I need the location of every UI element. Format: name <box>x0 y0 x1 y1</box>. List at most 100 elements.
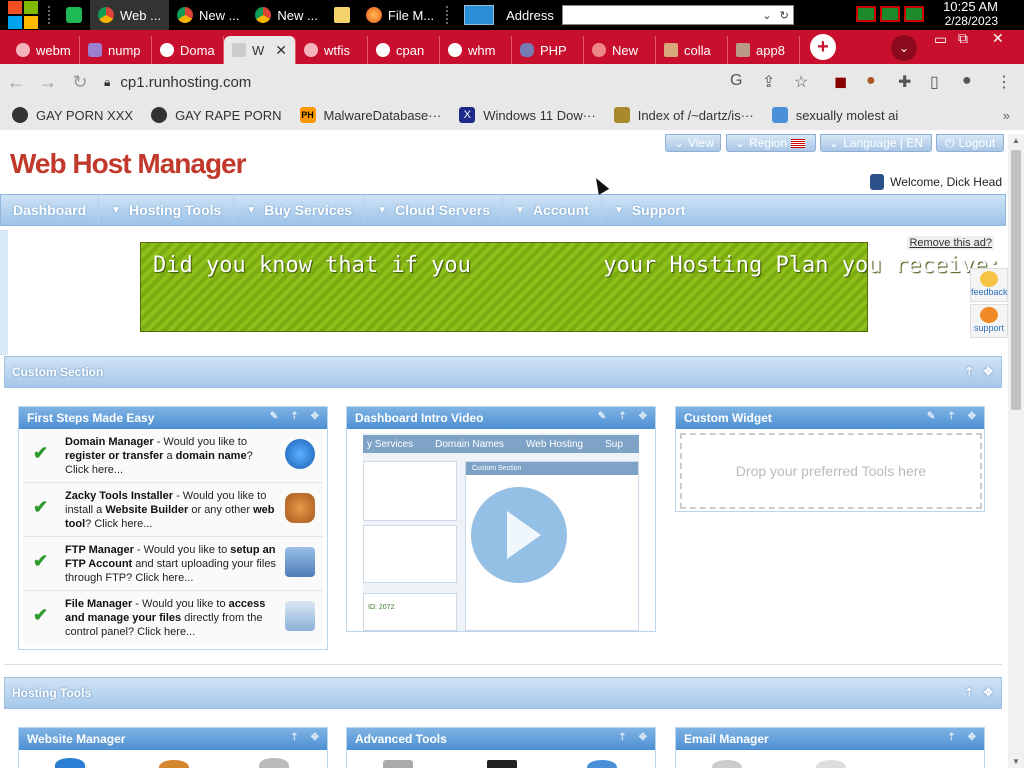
terminal-icon[interactable] <box>487 760 517 768</box>
panel-header[interactable]: Website Manager ⇡ ✥ <box>19 728 327 750</box>
move-icon[interactable]: ✥ <box>968 732 976 743</box>
video-player[interactable]: y Services Domain Names Web Hosting Sup … <box>363 433 639 631</box>
ad-banner[interactable]: Did you know that if you your Hosting Pl… <box>140 242 1001 332</box>
remove-ad-link[interactable]: Remove this ad? <box>907 236 994 250</box>
collapse-icon[interactable]: ⇡ <box>290 411 298 422</box>
wrench-icon[interactable] <box>259 758 289 768</box>
step-zacky-installer[interactable]: ✔ Zacky Tools Installer - Would you like… <box>23 483 323 537</box>
scroll-up-icon[interactable]: ▲ <box>1012 136 1020 145</box>
nav-cloud-servers[interactable]: ▼ Cloud Servers <box>365 195 504 225</box>
minimize-icon[interactable]: ▭ <box>934 31 947 48</box>
tray-app-icon[interactable] <box>856 6 876 22</box>
nav-dashboard[interactable]: Dashboard <box>1 195 100 225</box>
step-ftp-manager[interactable]: ✔ FTP Manager - Would you like to setup … <box>23 537 323 591</box>
browser-tab[interactable]: whm <box>440 36 512 64</box>
browser-tab[interactable]: Doma <box>152 36 224 64</box>
restore-icon[interactable]: ⧉ <box>958 30 968 47</box>
envelope-icon[interactable] <box>816 760 846 768</box>
panel-header[interactable]: First Steps Made Easy ✎ ⇡ ✥ <box>19 407 327 429</box>
feedback-button[interactable]: feedback <box>970 268 1008 302</box>
bookmark-item[interactable]: X Windows 11 Dow··· <box>459 107 596 123</box>
url-bar[interactable]: 🔒︎ cp1.runhosting.com <box>104 74 724 91</box>
bookmark-star-icon[interactable]: ☆ <box>794 72 808 92</box>
new-tab-button[interactable]: + <box>810 34 836 60</box>
panel-header[interactable]: Dashboard Intro Video ✎ ⇡ ✥ <box>347 407 655 429</box>
nav-support[interactable]: ▼ Support <box>602 195 698 225</box>
collapse-icon[interactable]: ⇡ <box>618 732 626 743</box>
extension-icon[interactable]: ● <box>866 72 876 90</box>
step-file-manager[interactable]: ✔ File Manager - Would you like to acces… <box>23 591 323 645</box>
panel-header[interactable]: Advanced Tools ⇡ ✥ <box>347 728 655 750</box>
refresh-icon[interactable]: ↻ <box>780 9 789 22</box>
tool-icon[interactable] <box>587 760 617 768</box>
database-icon[interactable] <box>383 760 413 768</box>
move-icon[interactable]: ✥ <box>968 411 976 422</box>
page-scrollbar[interactable]: ▲ ▼ <box>1008 134 1024 768</box>
share-icon[interactable]: ⇪ <box>762 72 775 92</box>
browser-tab[interactable]: webm <box>8 36 80 64</box>
browser-tab[interactable]: wtfis <box>296 36 368 64</box>
step-domain-manager[interactable]: ✔ Domain Manager - Would you like to reg… <box>23 429 323 483</box>
globe-icon[interactable] <box>55 758 85 768</box>
support-button[interactable]: support <box>970 304 1008 338</box>
tray-app-icon[interactable] <box>904 6 924 22</box>
scroll-down-icon[interactable]: ▼ <box>1012 757 1020 766</box>
chevron-down-icon[interactable]: ⌄ <box>762 9 771 22</box>
profile-avatar-icon[interactable]: ● <box>962 72 972 90</box>
language-button[interactable]: ⌄ Language | EN <box>820 134 932 152</box>
nav-hosting-tools[interactable]: ▼ Hosting Tools <box>99 195 235 225</box>
ublock-icon[interactable]: ◼ <box>834 72 847 92</box>
lock-icon[interactable]: 🔒︎ <box>104 75 110 90</box>
collapse-icon[interactable]: ⇡ <box>290 732 298 743</box>
kangaroo-icon[interactable] <box>159 760 189 768</box>
collapse-icon[interactable]: ⇡ <box>965 686 974 699</box>
bookmark-item[interactable]: GAY RAPE PORN <box>151 107 282 123</box>
address-toolbar-input[interactable]: ⌄ ↻ <box>561 5 794 25</box>
bookmark-item[interactable]: sexually molest ai <box>771 107 898 123</box>
taskbar-clock[interactable]: 10:25 AM 2/28/2023 <box>943 0 998 28</box>
tray-app-icon[interactable] <box>880 6 900 22</box>
custom-section-header[interactable]: Custom Section ⇡ ✥ <box>4 356 1002 388</box>
bookmark-item[interactable]: PH MalwareDatabase··· <box>299 107 441 123</box>
taskbar-folder[interactable] <box>326 0 358 30</box>
browser-tab[interactable]: nump <box>80 36 152 64</box>
move-icon[interactable]: ✥ <box>639 732 647 743</box>
bookmark-item[interactable]: Index of /~dartz/is··· <box>613 107 754 123</box>
menu-kebab-icon[interactable]: ⋮ <box>996 72 1012 92</box>
taskbar-item-chrome-1[interactable]: Web ... <box>90 0 169 30</box>
collapse-icon[interactable]: ⇡ <box>618 411 626 422</box>
extensions-puzzle-icon[interactable]: ✚ <box>898 72 911 92</box>
move-icon[interactable]: ✥ <box>311 732 319 743</box>
move-icon[interactable]: ✥ <box>311 411 319 422</box>
close-window-icon[interactable]: ✕ <box>992 30 1004 47</box>
taskbar-item-chrome-2[interactable]: New ... <box>169 0 247 30</box>
hosting-tools-header[interactable]: Hosting Tools ⇡ ✥ <box>4 677 1002 709</box>
logout-button[interactable]: ⏻ Logout <box>936 134 1004 152</box>
taskbar-item-firefox[interactable]: File M... <box>358 0 442 30</box>
site-logo[interactable]: Web Host Manager <box>10 148 247 180</box>
region-button[interactable]: ⌄ Region <box>726 134 816 152</box>
taskbar-keyboard[interactable] <box>456 0 502 30</box>
widget-drop-zone[interactable]: Drop your preferred Tools here <box>680 433 982 509</box>
scrollbar-thumb[interactable] <box>1011 150 1021 410</box>
bookmarks-overflow-icon[interactable]: » <box>1003 108 1010 123</box>
nav-account[interactable]: ▼ Account <box>503 195 602 225</box>
move-icon[interactable]: ✥ <box>639 411 647 422</box>
wrench-icon[interactable]: ✎ <box>270 411 278 422</box>
browser-tab[interactable]: colla <box>656 36 728 64</box>
google-icon[interactable]: G <box>730 72 742 90</box>
windows-start-icon[interactable] <box>0 0 44 30</box>
tab-search-icon[interactable]: ⌄ <box>891 35 917 61</box>
view-button[interactable]: ⌄ View <box>665 134 721 152</box>
collapse-icon[interactable]: ⇡ <box>965 365 974 378</box>
back-icon[interactable]: ← <box>0 72 32 93</box>
wrench-icon[interactable]: ✎ <box>927 411 935 422</box>
panel-header[interactable]: Email Manager ⇡ ✥ <box>676 728 984 750</box>
panel-header[interactable]: Custom Widget ✎ ⇡ ✥ <box>676 407 984 429</box>
close-tab-icon[interactable]: ✕ <box>275 42 287 59</box>
wrench-icon[interactable]: ✎ <box>598 411 606 422</box>
move-icon[interactable]: ✥ <box>984 365 993 378</box>
play-icon[interactable] <box>471 487 567 583</box>
collapse-icon[interactable]: ⇡ <box>947 732 955 743</box>
email-icon[interactable] <box>712 760 742 768</box>
